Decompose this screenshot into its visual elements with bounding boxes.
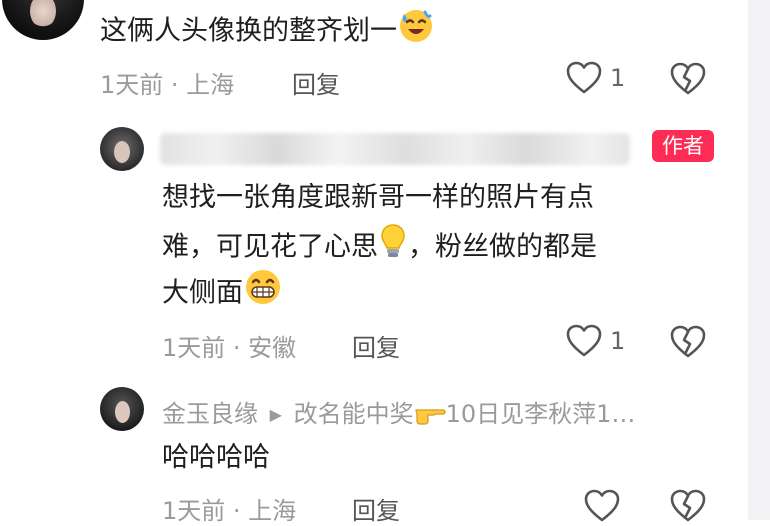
lightbulb-icon bbox=[378, 222, 408, 274]
avatar[interactable] bbox=[2, 0, 84, 40]
dislike-button[interactable] bbox=[670, 325, 706, 359]
grinning-face-icon bbox=[243, 268, 283, 320]
heart-outline-icon bbox=[584, 489, 620, 523]
reply-button[interactable]: 回复 bbox=[352, 328, 400, 363]
dislike-button[interactable] bbox=[670, 489, 706, 523]
avatar[interactable] bbox=[100, 387, 144, 431]
like-button[interactable]: 1 bbox=[566, 324, 625, 358]
like-button[interactable]: 1 bbox=[566, 61, 625, 95]
like-count: 1 bbox=[610, 64, 626, 92]
comment-text-line-2: 难，可见花了心思 ，粉丝做的都是 bbox=[162, 222, 597, 274]
comment-meta: 1天前 · 上海 bbox=[100, 71, 235, 99]
comment-text: 这俩人头像换的整齐划一 bbox=[100, 6, 435, 58]
like-count: 1 bbox=[610, 327, 626, 355]
author-badge: 作者 bbox=[652, 130, 714, 162]
reply-target-name[interactable]: 改名能中奖 bbox=[294, 400, 414, 428]
reply-target-suffix: 10日见李秋萍1… bbox=[445, 400, 636, 428]
username-blurred bbox=[160, 133, 630, 165]
scrollbar-track[interactable] bbox=[748, 0, 770, 520]
reply-arrow-icon: ▶ bbox=[269, 405, 282, 424]
comment-text-line-3: 大侧面 bbox=[162, 268, 283, 320]
comment-header: 金玉良缘 ▶ 改名能中奖 10日见李秋萍1… bbox=[162, 394, 635, 432]
dislike-button[interactable] bbox=[670, 62, 706, 96]
broken-heart-icon bbox=[670, 325, 706, 359]
reply-button[interactable]: 回复 bbox=[352, 491, 400, 526]
comment-meta: 1天前 · 安徽 bbox=[162, 334, 297, 362]
like-button[interactable] bbox=[584, 489, 620, 523]
username[interactable]: 金玉良缘 bbox=[162, 400, 258, 428]
comment-text: 哈哈哈哈 bbox=[162, 442, 270, 473]
reply-button[interactable]: 回复 bbox=[292, 65, 340, 100]
heart-outline-icon bbox=[566, 324, 602, 358]
broken-heart-icon bbox=[670, 62, 706, 96]
sweat-smile-icon bbox=[397, 6, 435, 58]
comment-text-line-1: 想找一张角度跟新哥一样的照片有点 bbox=[162, 182, 594, 213]
avatar[interactable] bbox=[100, 127, 144, 171]
heart-outline-icon bbox=[566, 61, 602, 95]
broken-heart-icon bbox=[670, 489, 706, 523]
pointing-hand-icon bbox=[414, 398, 446, 432]
comment-meta: 1天前 · 上海 bbox=[162, 497, 297, 525]
